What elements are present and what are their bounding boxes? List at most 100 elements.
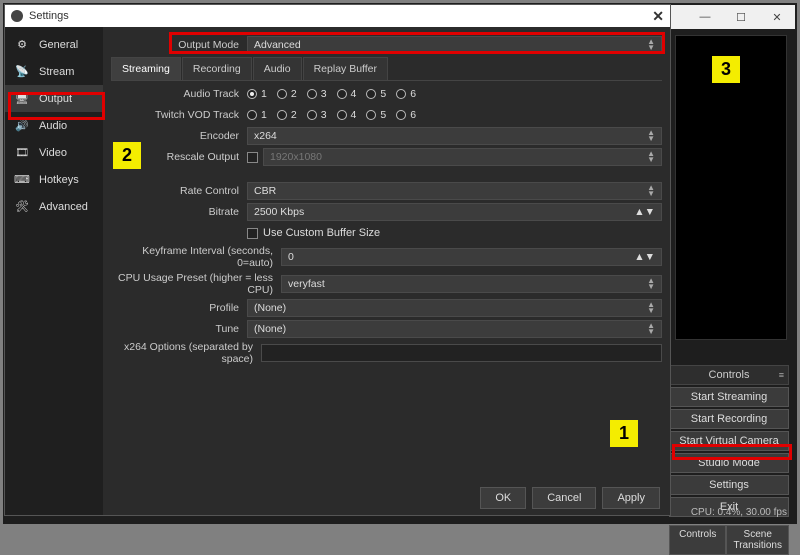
obs-logo-icon [11,10,23,22]
sidebar-item-video[interactable]: 🎞 Video [5,139,103,166]
encoder-value: x264 [254,130,277,142]
rescale-value: 1920x1080 [270,151,322,163]
bitrate-label: Bitrate [111,206,247,218]
cpu-preset-value: veryfast [288,278,325,290]
keyframe-field[interactable]: 0 ▲▼ [281,248,662,266]
start-virtual-camera-button[interactable]: Start Virtual Camera [669,431,789,451]
sidebar-label: Output [39,93,72,105]
subtab-streaming[interactable]: Streaming [111,57,181,80]
monitor-icon: 🖥 [13,92,31,105]
rate-control-label: Rate Control [111,185,247,197]
tune-dropdown[interactable]: (None) ▲▼ [247,320,662,338]
dropdown-arrows-icon: ▲▼ [647,278,655,290]
dropdown-arrows-icon: ▲▼ [647,302,655,314]
spinner-arrows-icon: ▲▼ [634,251,655,263]
rescale-checkbox[interactable] [247,152,258,163]
keyframe-label: Keyframe Interval (seconds, 0=auto) [111,245,281,269]
audio-track-5[interactable]: 5 [366,88,386,100]
dropdown-arrows-icon: ▲▼ [647,185,655,197]
bitrate-field[interactable]: 2500 Kbps ▲▼ [247,203,662,221]
rate-control-dropdown[interactable]: CBR ▲▼ [247,182,662,200]
sidebar-item-audio[interactable]: 🔊 Audio [5,112,103,139]
bottom-tabs: Controls Scene Transitions [669,525,789,555]
antenna-icon: 📡 [13,65,31,78]
profile-label: Profile [111,302,247,314]
audio-track-1[interactable]: 1 [247,88,267,100]
tune-value: (None) [254,323,286,335]
window-close-button[interactable]: ✕ [759,5,795,29]
settings-titlebar: Settings ✕ [5,5,670,27]
annotation-callout-1: 1 [610,420,638,447]
output-mode-value: Advanced [254,39,301,51]
sidebar-item-advanced[interactable]: 🛠 Advanced [5,193,103,220]
ok-button[interactable]: OK [480,487,526,509]
cpu-preset-dropdown[interactable]: veryfast ▲▼ [281,275,662,293]
film-icon: 🎞 [13,146,31,159]
start-recording-button[interactable]: Start Recording [669,409,789,429]
settings-dialog: Settings ✕ ⚙ General 📡 Stream 🖥 Output 🔊… [5,5,670,515]
twitch-vod-label: Twitch VOD Track [111,109,247,121]
output-mode-label: Output Mode [171,39,247,51]
sidebar-item-hotkeys[interactable]: ⌨ Hotkeys [5,166,103,193]
dropdown-arrows-icon: ▲▼ [647,39,655,51]
output-mode-dropdown[interactable]: Advanced ▲▼ [247,36,662,54]
window-minimize-button[interactable]: — [687,5,723,29]
sidebar-label: Video [39,147,67,159]
settings-close-button[interactable]: ✕ [652,9,664,23]
settings-title: Settings [29,10,69,22]
output-subtabs: Streaming Recording Audio Replay Buffer [111,57,662,81]
settings-button[interactable]: Settings [669,475,789,495]
subtab-replay-buffer[interactable]: Replay Buffer [303,57,388,80]
twitch-vod-group: 1 2 3 4 5 6 [247,109,662,121]
dropdown-arrows-icon: ▲▼ [647,151,655,163]
tune-label: Tune [111,323,247,335]
controls-header-label: Controls [709,369,750,381]
sidebar-label: Hotkeys [39,174,79,186]
sidebar-item-general[interactable]: ⚙ General [5,31,103,58]
encoder-dropdown[interactable]: x264 ▲▼ [247,127,662,145]
keyboard-icon: ⌨ [13,173,31,186]
tab-controls[interactable]: Controls [669,525,726,555]
cancel-button[interactable]: Cancel [532,487,596,509]
keyframe-value: 0 [288,251,294,263]
studio-mode-button[interactable]: Studio Mode [669,453,789,473]
audio-track-2[interactable]: 2 [277,88,297,100]
settings-sidebar: ⚙ General 📡 Stream 🖥 Output 🔊 Audio 🎞 Vi… [5,27,103,515]
tab-scene-transitions[interactable]: Scene Transitions [726,525,789,555]
status-bar: CPU: 0.4%, 30.00 fps [691,507,787,518]
vod-track-1[interactable]: 1 [247,109,267,121]
subtab-audio[interactable]: Audio [253,57,302,80]
subtab-recording[interactable]: Recording [182,57,252,80]
audio-track-4[interactable]: 4 [337,88,357,100]
window-maximize-button[interactable]: ☐ [723,5,759,29]
sidebar-label: Audio [39,120,67,132]
bitrate-value: 2500 Kbps [254,206,304,218]
vod-track-5[interactable]: 5 [366,109,386,121]
vod-track-2[interactable]: 2 [277,109,297,121]
audio-track-6[interactable]: 6 [396,88,416,100]
sidebar-label: General [39,39,78,51]
sidebar-item-output[interactable]: 🖥 Output [5,85,103,112]
controls-header: Controls ≡ [669,365,789,385]
x264-opts-input[interactable] [261,344,662,362]
apply-button[interactable]: Apply [602,487,660,509]
custom-buffer-checkbox[interactable] [247,228,258,239]
speaker-icon: 🔊 [13,119,31,132]
dialog-buttons: OK Cancel Apply [480,487,660,509]
sidebar-item-stream[interactable]: 📡 Stream [5,58,103,85]
vod-track-6[interactable]: 6 [396,109,416,121]
audio-track-label: Audio Track [111,88,247,100]
profile-value: (None) [254,302,286,314]
annotation-callout-3: 3 [712,56,740,83]
custom-buffer-label: Use Custom Buffer Size [263,227,380,239]
rate-control-value: CBR [254,185,276,197]
controls-menu-icon[interactable]: ≡ [779,370,784,380]
profile-dropdown[interactable]: (None) ▲▼ [247,299,662,317]
cpu-preset-label: CPU Usage Preset (higher = less CPU) [111,272,281,296]
audio-track-3[interactable]: 3 [307,88,327,100]
start-streaming-button[interactable]: Start Streaming [669,387,789,407]
vod-track-4[interactable]: 4 [337,109,357,121]
sidebar-label: Stream [39,66,74,78]
vod-track-3[interactable]: 3 [307,109,327,121]
spinner-arrows-icon: ▲▼ [634,206,655,218]
